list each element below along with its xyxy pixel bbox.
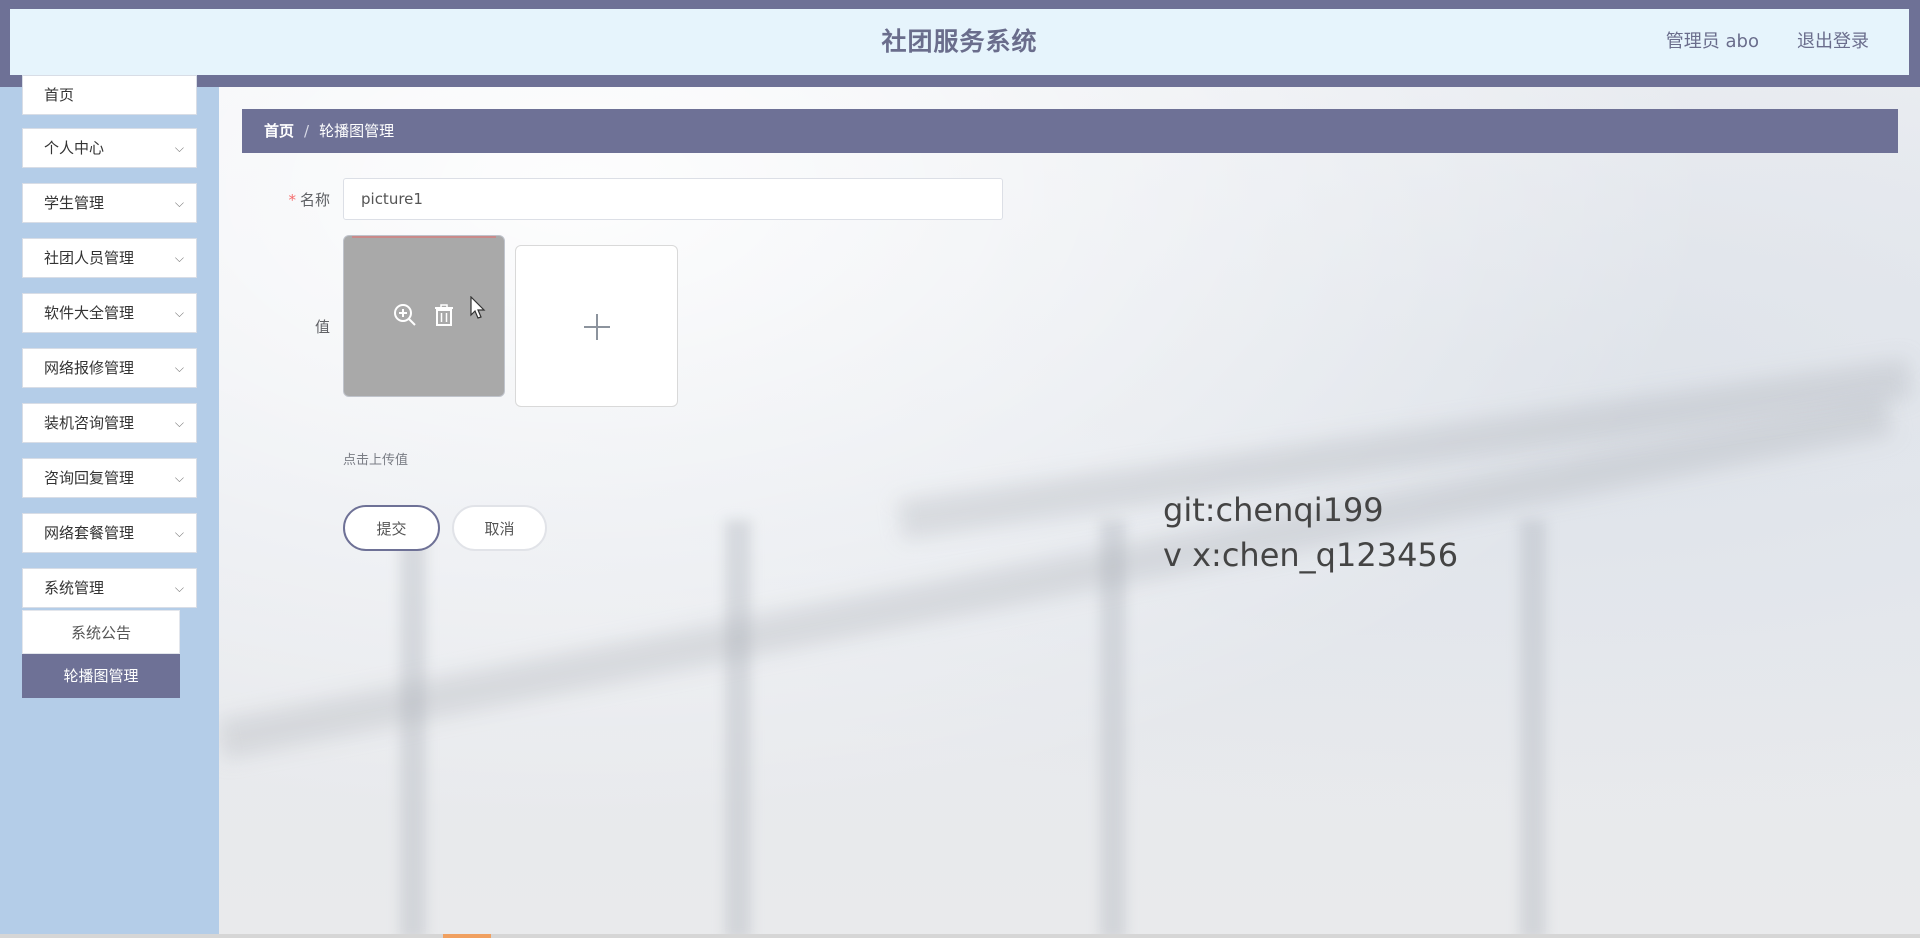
watermark-line-2: v x:chen_q123456 [1163,536,1459,574]
sidebar-item-label: 网络报修管理 [44,359,135,377]
background-beam [216,395,1893,760]
submenu-item-announcement[interactable]: 系统公告 [22,610,180,654]
sidebar-item-label: 首页 [44,86,75,104]
scrollbar-thumb [443,934,491,938]
name-field-label: * 名称 [280,189,330,210]
trash-icon[interactable] [431,302,457,328]
header-panel: 社团服务系统 管理员 abo 退出登录 [10,9,1909,75]
breadcrumb-home[interactable]: 首页 [264,122,294,140]
name-input[interactable] [343,178,1003,220]
sidebar-item-label: 学生管理 [44,194,105,212]
chevron-down-icon: ⌵ [174,361,184,375]
sidebar-item-label: 系统管理 [44,579,105,597]
thumbnail-edge [352,236,496,238]
submit-button[interactable]: 提交 [343,505,440,551]
name-label-text: 名称 [299,191,330,209]
mouse-cursor-icon [470,295,486,320]
background-pole [1520,520,1546,938]
chevron-down-icon: ⌵ [174,196,184,210]
breadcrumb: 首页 / 轮播图管理 [242,109,1898,153]
breadcrumb-separator: / [304,122,310,140]
sidebar-item-consult-reply[interactable]: 咨询回复管理 ⌵ [22,458,197,498]
upload-hint: 点击上传值 [343,453,409,468]
cancel-button[interactable]: 取消 [452,505,547,551]
admin-user-label: 管理员 abo [1665,31,1759,52]
sidebar-item-label: 网络套餐管理 [44,524,135,542]
bottom-scrollbar [0,934,1920,938]
chevron-down-icon: ⌵ [174,416,184,430]
chevron-down-icon: ⌵ [174,306,184,320]
top-header: 社团服务系统 管理员 abo 退出登录 [0,0,1920,87]
sidebar-item-label: 个人中心 [44,139,105,157]
chevron-down-icon: ⌵ [174,471,184,485]
submenu-item-carousel[interactable]: 轮播图管理 [22,654,180,698]
sidebar-item-personal-center[interactable]: 个人中心 ⌵ [22,128,197,168]
chevron-down-icon: ⌵ [174,141,184,155]
value-field-label: 值 [314,318,330,336]
sidebar-item-home[interactable]: 首页 [22,75,197,115]
breadcrumb-current: 轮播图管理 [319,122,395,140]
background-pole [400,520,426,938]
sidebar-item-install-consult[interactable]: 装机咨询管理 ⌵ [22,403,197,443]
sidebar-item-label: 咨询回复管理 [44,469,135,487]
background-pole [725,520,751,938]
zoom-in-icon[interactable] [392,302,418,328]
sidebar-item-label: 装机咨询管理 [44,414,135,432]
sidebar-item-students[interactable]: 学生管理 ⌵ [22,183,197,223]
sidebar-item-network-repair[interactable]: 网络报修管理 ⌵ [22,348,197,388]
sidebar-item-system[interactable]: 系统管理 ⌵ [22,568,197,608]
upload-button[interactable] [515,245,678,407]
app-title: 社团服务系统 [881,27,1038,56]
sidebar-item-label: 社团人员管理 [44,249,135,267]
chevron-down-icon: ⌵ [174,526,184,540]
sidebar-item-network-package[interactable]: 网络套餐管理 ⌵ [22,513,197,553]
sidebar-item-club-members[interactable]: 社团人员管理 ⌵ [22,238,197,278]
logout-link[interactable]: 退出登录 [1797,9,1869,75]
chevron-down-icon: ⌵ [174,581,184,595]
watermark-line-1: git:chenqi199 [1163,491,1384,529]
sidebar: 首页 个人中心 ⌵ 学生管理 ⌵ 社团人员管理 ⌵ 软件大全管理 ⌵ 网络报修管… [0,75,219,938]
sidebar-item-software[interactable]: 软件大全管理 ⌵ [22,293,197,333]
required-mark: * [288,191,296,209]
chevron-down-icon: ⌵ [174,251,184,265]
sidebar-item-label: 软件大全管理 [44,304,135,322]
